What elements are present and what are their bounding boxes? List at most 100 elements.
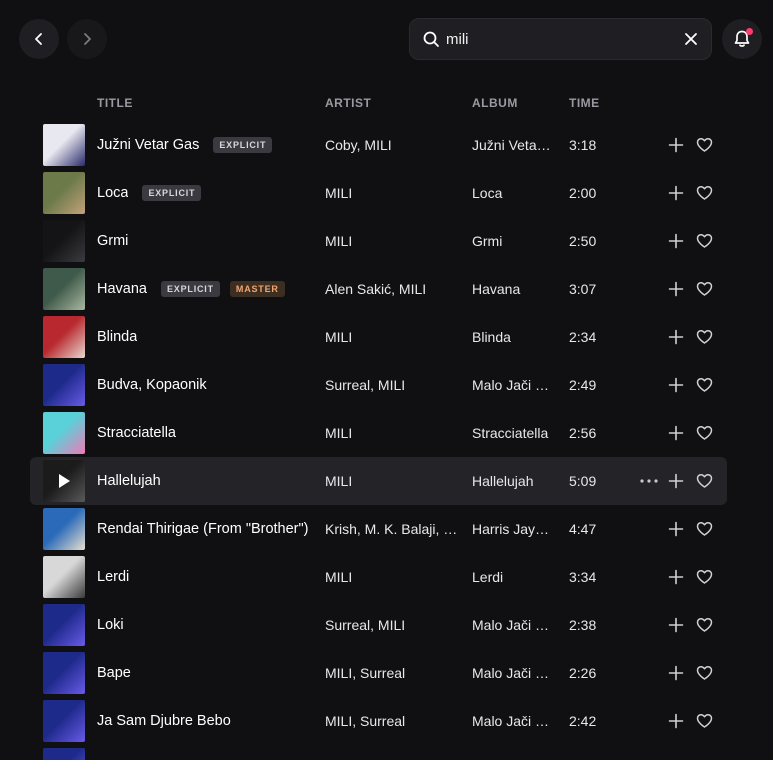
add-to-playlist-icon[interactable] bbox=[668, 521, 684, 537]
add-to-playlist-icon[interactable] bbox=[668, 137, 684, 153]
album-cover[interactable] bbox=[43, 460, 85, 502]
track-album[interactable]: Blinda bbox=[472, 313, 554, 361]
track-album[interactable]: Stracciatella bbox=[472, 409, 554, 457]
track-artist[interactable]: Coby, MILI bbox=[325, 121, 459, 169]
album-cover[interactable] bbox=[43, 364, 85, 406]
column-artist[interactable]: ARTIST bbox=[325, 96, 371, 110]
track-artist[interactable]: MILI, Surreal bbox=[325, 697, 459, 745]
track-title[interactable]: Ja Sam Djubre Bebo bbox=[97, 713, 231, 729]
track-title[interactable]: Hallelujah bbox=[97, 473, 161, 489]
track-album[interactable]: Havana bbox=[472, 265, 554, 313]
track-row[interactable]: Južni Vetar Gas EXPLICIT Coby, MILI Južni V… bbox=[30, 121, 727, 169]
track-artist[interactable]: MILI bbox=[325, 553, 459, 601]
heart-icon[interactable] bbox=[696, 329, 713, 345]
add-to-playlist-icon[interactable] bbox=[668, 473, 684, 489]
add-to-playlist-icon[interactable] bbox=[668, 665, 684, 681]
track-artist[interactable]: Alen Sakić, MILI bbox=[325, 265, 459, 313]
heart-icon[interactable] bbox=[696, 665, 713, 681]
track-album[interactable]: Južni Vetar Gas bbox=[472, 121, 554, 169]
track-album[interactable]: Harris Jayaraj bbox=[472, 505, 554, 553]
track-row[interactable]: Loca EXPLICIT MILI Loca 2:00 bbox=[30, 169, 727, 217]
add-to-playlist-icon[interactable] bbox=[668, 233, 684, 249]
more-options-icon[interactable] bbox=[639, 473, 659, 489]
heart-icon[interactable] bbox=[696, 617, 713, 633]
track-artist[interactable]: Krish, M. K. Balaji, Harris Jayaraj bbox=[325, 505, 459, 553]
heart-icon[interactable] bbox=[696, 569, 713, 585]
track-album[interactable]: Grmi bbox=[472, 217, 554, 265]
album-cover[interactable] bbox=[43, 412, 85, 454]
track-title[interactable]: Lerdi bbox=[97, 569, 129, 585]
track-row[interactable]: Hallelujah MILI Hallelujah 5:09 bbox=[30, 457, 727, 505]
track-album[interactable]: Hallelujah bbox=[472, 457, 554, 505]
heart-icon[interactable] bbox=[696, 425, 713, 441]
track-album[interactable]: Loca bbox=[472, 169, 554, 217]
add-to-playlist-icon[interactable] bbox=[668, 377, 684, 393]
add-to-playlist-icon[interactable] bbox=[668, 185, 684, 201]
album-cover[interactable] bbox=[43, 556, 85, 598]
track-row[interactable]: Havana EXPLICIT MASTER Alen Sakić, MILI Hava… bbox=[30, 265, 727, 313]
track-album[interactable] bbox=[472, 745, 554, 760]
track-artist[interactable]: MILI, Surreal bbox=[325, 649, 459, 697]
track-title[interactable]: Stracciatella bbox=[97, 425, 176, 441]
add-to-playlist-icon[interactable] bbox=[668, 569, 684, 585]
track-artist[interactable]: MILI bbox=[325, 409, 459, 457]
track-title[interactable]: Budva, Kopaonik bbox=[97, 377, 207, 393]
close-icon[interactable] bbox=[683, 31, 699, 47]
column-time[interactable]: TIME bbox=[569, 96, 600, 110]
track-row[interactable]: Grmi MILI Grmi 2:50 bbox=[30, 217, 727, 265]
track-title[interactable]: Havana bbox=[97, 281, 147, 297]
track-row[interactable]: Stracciatella MILI Stracciatella 2:56 bbox=[30, 409, 727, 457]
album-cover[interactable] bbox=[43, 652, 85, 694]
play-icon[interactable] bbox=[43, 460, 85, 502]
add-to-playlist-icon[interactable] bbox=[668, 617, 684, 633]
heart-icon[interactable] bbox=[696, 185, 713, 201]
back-button[interactable] bbox=[19, 19, 59, 59]
track-row[interactable]: Blinda MILI Blinda 2:34 bbox=[30, 313, 727, 361]
track-title[interactable]: Loki bbox=[97, 617, 124, 633]
album-cover[interactable] bbox=[43, 124, 85, 166]
track-album[interactable]: Malo Jači Gas bbox=[472, 697, 554, 745]
track-row[interactable]: Loki Surreal, MILI Malo Jači Gas 2:38 bbox=[30, 601, 727, 649]
heart-icon[interactable] bbox=[696, 473, 713, 489]
track-artist[interactable]: MILI bbox=[325, 169, 459, 217]
track-title[interactable]: Grmi bbox=[97, 233, 128, 249]
track-album[interactable]: Lerdi bbox=[472, 553, 554, 601]
heart-icon[interactable] bbox=[696, 137, 713, 153]
track-album[interactable]: Malo Jači Gas bbox=[472, 649, 554, 697]
track-row[interactable] bbox=[30, 745, 727, 760]
column-title[interactable]: TITLE bbox=[97, 96, 133, 110]
track-title[interactable]: Bape bbox=[97, 665, 131, 681]
heart-icon[interactable] bbox=[696, 281, 713, 297]
search-input[interactable] bbox=[446, 19, 666, 59]
add-to-playlist-icon[interactable] bbox=[668, 281, 684, 297]
track-album[interactable]: Malo Jači Gas bbox=[472, 601, 554, 649]
track-title[interactable]: Blinda bbox=[97, 329, 137, 345]
album-cover[interactable] bbox=[43, 316, 85, 358]
track-row[interactable]: Lerdi MILI Lerdi 3:34 bbox=[30, 553, 727, 601]
notifications-button[interactable] bbox=[722, 19, 762, 59]
track-row[interactable]: Rendai Thirigae (From "Brother") Krish, M… bbox=[30, 505, 727, 553]
track-artist[interactable]: MILI bbox=[325, 457, 459, 505]
track-artist[interactable]: MILI bbox=[325, 313, 459, 361]
forward-button[interactable] bbox=[67, 19, 107, 59]
track-artist[interactable] bbox=[325, 745, 459, 760]
album-cover[interactable] bbox=[43, 604, 85, 646]
album-cover[interactable] bbox=[43, 700, 85, 742]
track-artist[interactable]: Surreal, MILI bbox=[325, 361, 459, 409]
heart-icon[interactable] bbox=[696, 521, 713, 537]
track-album[interactable]: Malo Jači Gas bbox=[472, 361, 554, 409]
album-cover[interactable] bbox=[43, 508, 85, 550]
heart-icon[interactable] bbox=[696, 713, 713, 729]
album-cover[interactable] bbox=[43, 172, 85, 214]
track-title[interactable]: Rendai Thirigae (From "Brother") bbox=[97, 521, 309, 537]
album-cover[interactable] bbox=[43, 268, 85, 310]
track-row[interactable]: Bape MILI, Surreal Malo Jači Gas 2:26 bbox=[30, 649, 727, 697]
add-to-playlist-icon[interactable] bbox=[668, 713, 684, 729]
album-cover[interactable] bbox=[43, 748, 85, 760]
track-artist[interactable]: MILI bbox=[325, 217, 459, 265]
track-row[interactable]: Budva, Kopaonik Surreal, MILI Malo Jači Ga… bbox=[30, 361, 727, 409]
column-album[interactable]: ALBUM bbox=[472, 96, 518, 110]
heart-icon[interactable] bbox=[696, 377, 713, 393]
add-to-playlist-icon[interactable] bbox=[668, 329, 684, 345]
track-title[interactable]: Loca bbox=[97, 185, 128, 201]
